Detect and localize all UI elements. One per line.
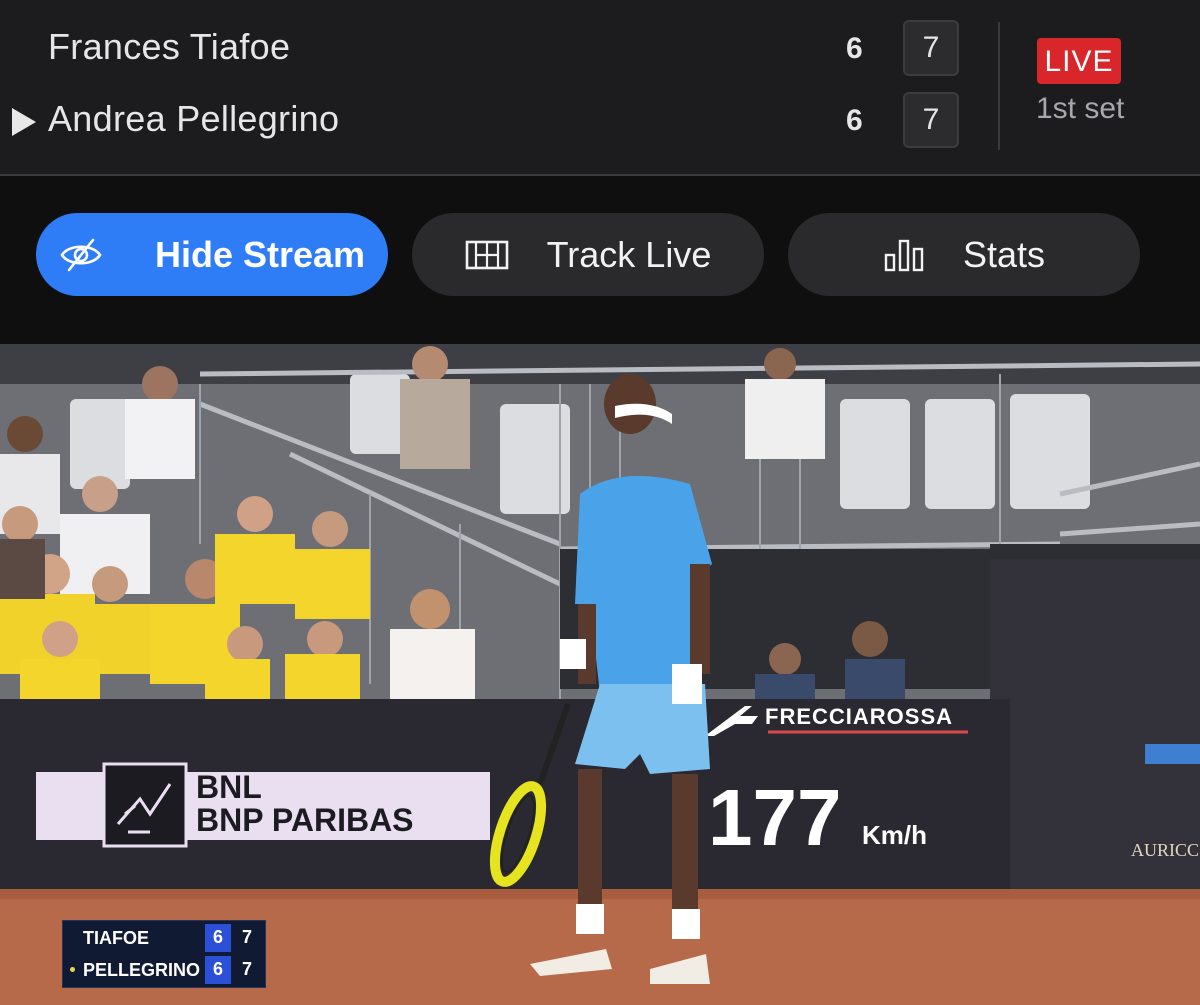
- bnl-sponsor-line1: BNL: [196, 769, 262, 805]
- track-live-label: Track Live: [546, 233, 712, 275]
- player-name: Frances Tiafoe: [48, 26, 291, 67]
- tv-score-overlay: TIAFOE 6 7 PELLEGRINO 6 7: [62, 920, 266, 988]
- video-stream[interactable]: BNL BNP PARIBAS FRECCIAROSSA 177 Km/h AU…: [0, 344, 1200, 1005]
- court-icon: [465, 237, 509, 273]
- serving-indicator-icon: [12, 108, 36, 136]
- tv-score-row: TIAFOE 6 7: [63, 922, 265, 954]
- serving-dot-icon: [70, 967, 75, 972]
- player-row-tiafoe: Frances Tiafoe 6 7: [0, 12, 990, 82]
- set-score: 6: [846, 104, 863, 137]
- game-score: 7: [903, 20, 959, 76]
- tv-player-name: PELLEGRINO: [83, 960, 201, 980]
- serve-speed-unit: Km/h: [862, 820, 927, 850]
- stats-label: Stats: [962, 233, 1046, 275]
- scoreboard: Frances Tiafoe 6 7 Andrea Pellegrino 6 7…: [0, 0, 1200, 175]
- player-row-pellegrino: Andrea Pellegrino 6 7: [0, 84, 990, 154]
- game-score: 7: [903, 92, 959, 148]
- tv-set-score: 6: [212, 959, 223, 979]
- set-score: 6: [846, 32, 863, 65]
- tv-player-name: TIAFOE: [83, 928, 149, 948]
- tv-set-score: 6: [212, 927, 223, 947]
- live-badge: LIVE: [1037, 38, 1121, 84]
- track-live-button[interactable]: Track Live: [412, 213, 764, 296]
- tv-game-score: 7: [241, 959, 252, 979]
- stream-frame: [0, 344, 1200, 1005]
- set-label: 1st set: [1036, 92, 1125, 125]
- hide-stream-button[interactable]: Hide Stream: [36, 213, 388, 296]
- stats-button[interactable]: Stats: [788, 213, 1140, 296]
- serve-speed-value: 177: [708, 773, 842, 862]
- frecciarossa-sponsor: FRECCIAROSSA: [765, 704, 954, 729]
- bar-chart-icon: [883, 237, 927, 273]
- divider: [998, 22, 1000, 150]
- action-bar: Hide Stream Track Live Stats: [0, 176, 1200, 344]
- tv-score-row: PELLEGRINO 6 7: [63, 954, 265, 986]
- auricchio-sponsor: AURICC: [1131, 840, 1200, 860]
- hide-stream-label: Hide Stream: [154, 233, 366, 275]
- player-name: Andrea Pellegrino: [48, 98, 340, 139]
- eye-off-icon: [59, 237, 103, 273]
- tv-game-score: 7: [241, 927, 252, 947]
- bnl-sponsor-line2: BNP PARIBAS: [196, 802, 414, 838]
